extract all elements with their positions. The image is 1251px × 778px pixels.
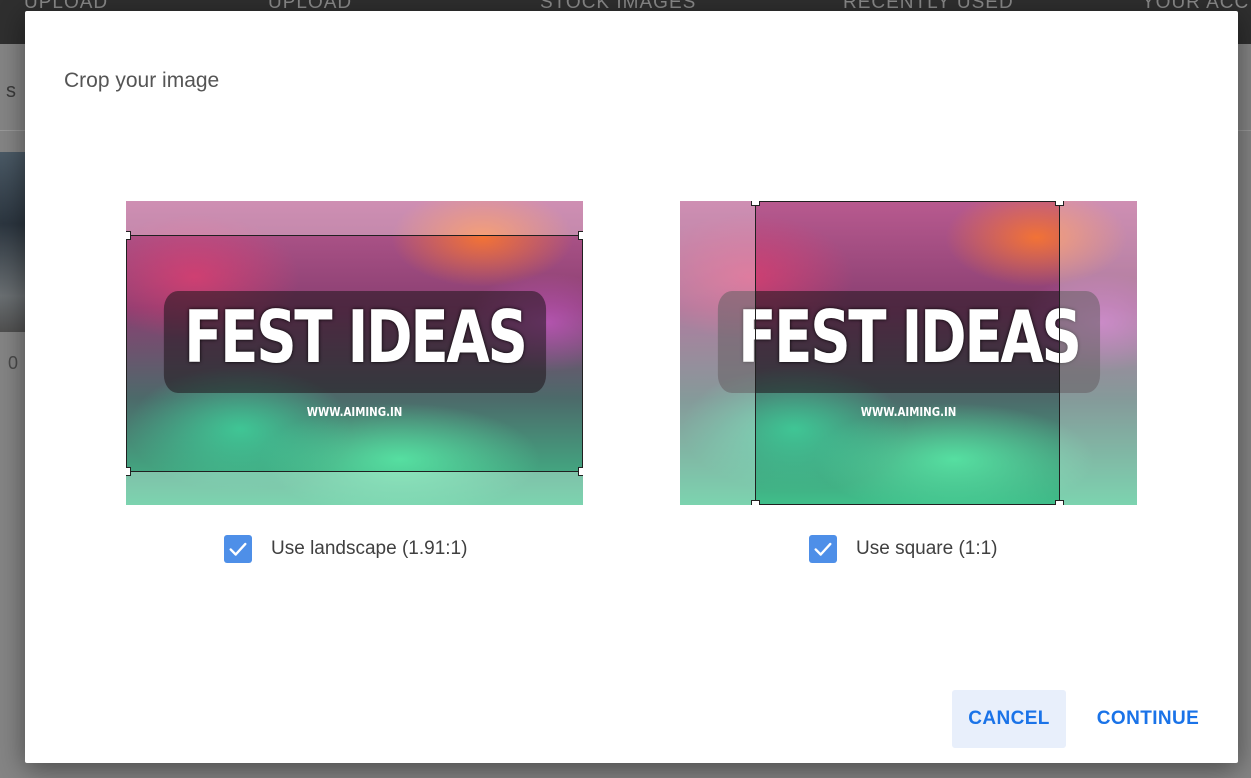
crop-veil-top (126, 201, 583, 235)
landscape-option-label: Use landscape (1.91:1) (271, 538, 468, 559)
square-option[interactable]: Use square (1:1) (809, 533, 998, 565)
crop-handle-bottom-left[interactable] (126, 467, 131, 476)
crop-handle-top-left[interactable] (126, 231, 131, 240)
crop-handle-top-left[interactable] (751, 201, 760, 206)
crop-handle-bottom-left[interactable] (751, 500, 760, 505)
crop-dialog: Crop your image FEST IDEAS WWW.AIMING.IN… (25, 11, 1238, 763)
background-letter: s (6, 80, 16, 102)
landscape-option[interactable]: Use landscape (1.91:1) (224, 533, 467, 565)
square-crop-box[interactable] (751, 201, 1064, 505)
square-option-label: Use square (1:1) (856, 538, 998, 559)
background-number: 0 (8, 353, 19, 373)
cancel-button[interactable]: CANCEL (952, 690, 1066, 748)
continue-button[interactable]: CONTINUE (1083, 690, 1213, 748)
square-checkbox[interactable] (809, 535, 837, 563)
square-crop-image: FEST IDEAS WWW.AIMING.IN (680, 201, 1137, 505)
background-thumbnail (0, 152, 26, 332)
crop-handle-top-right[interactable] (1055, 201, 1064, 206)
crop-handle-top-right[interactable] (578, 231, 583, 240)
crop-handle-bottom-right[interactable] (1055, 500, 1064, 505)
landscape-crop-image: FEST IDEAS WWW.AIMING.IN (126, 201, 583, 505)
landscape-checkbox[interactable] (224, 535, 252, 563)
check-icon (814, 542, 832, 556)
crop-veil-bottom (126, 472, 583, 505)
crop-veil-left (680, 201, 755, 505)
check-icon (229, 542, 247, 556)
crop-handle-bottom-right[interactable] (578, 467, 583, 476)
dialog-title: Crop your image (64, 69, 220, 92)
landscape-crop-box[interactable] (126, 231, 583, 476)
crop-veil-right (1060, 201, 1137, 505)
